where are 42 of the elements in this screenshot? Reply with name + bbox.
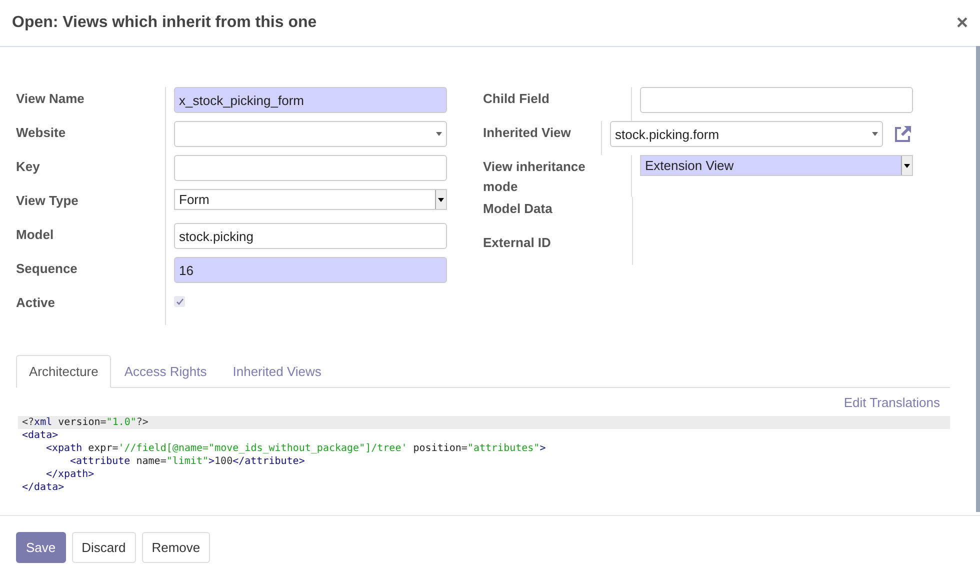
scrollbar[interactable] [976, 46, 980, 512]
caret-icon [436, 132, 442, 136]
caret-icon [904, 164, 910, 168]
dropdown-field[interactable]: stock.picking.form [610, 121, 883, 147]
tab[interactable]: Inherited Views [220, 355, 334, 388]
text-field[interactable]: x_stock_picking_form [174, 87, 447, 113]
field-label: Inherited View [483, 121, 602, 155]
text-field[interactable]: 16 [174, 257, 447, 283]
footer-button[interactable]: Discard [72, 532, 136, 563]
field-label: Website [16, 121, 166, 155]
footer-button[interactable]: Remove [142, 532, 210, 563]
caret-icon [438, 198, 444, 202]
field-label: Sequence [16, 257, 166, 291]
tab[interactable]: Access Rights [111, 355, 220, 388]
save-button[interactable]: Save [16, 532, 66, 563]
edit-translations-link[interactable]: Edit Translations [844, 395, 940, 410]
checkbox[interactable] [174, 296, 185, 307]
field-label: View Type [16, 189, 166, 223]
text-field[interactable] [174, 155, 447, 181]
code-line: <data> [21, 429, 60, 442]
close-button[interactable]: × [952, 12, 972, 34]
code-line: <attribute name="limit">100</attribute> [69, 455, 306, 468]
field-label: Active [16, 291, 166, 325]
dialog-title: Open: Views which inherit from this one [12, 14, 317, 32]
code-line: <xpath expr='//field[@name="move_ids_without_package"]/tree' position="attributes"> [45, 442, 547, 455]
caret-icon [872, 132, 878, 136]
select-field[interactable]: Extension View [640, 155, 913, 176]
code-editor[interactable]: <?xml version="1.0"?> <data> <xpath expr='//field[@name="move_ids_without_package"]/tree' position="attributes"> <attribute name="limit">100</attribute> </xpath> </data> [16, 416, 950, 494]
external-link-icon[interactable] [893, 125, 913, 143]
code-line: </xpath> [45, 468, 96, 481]
field-label: View Name [16, 87, 166, 121]
code-line: </data> [21, 481, 66, 494]
dropdown-field[interactable] [174, 121, 447, 147]
text-field[interactable] [640, 87, 913, 113]
text-field[interactable]: stock.picking [174, 223, 447, 249]
field-label: External ID [483, 231, 633, 265]
field-label: Model Data [483, 197, 633, 231]
select-field[interactable]: Form [174, 189, 447, 210]
tab[interactable]: Architecture [16, 355, 112, 388]
field-label: View inheritance mode [483, 155, 632, 197]
field-label: Key [16, 155, 166, 189]
field-label: Model [16, 223, 166, 257]
